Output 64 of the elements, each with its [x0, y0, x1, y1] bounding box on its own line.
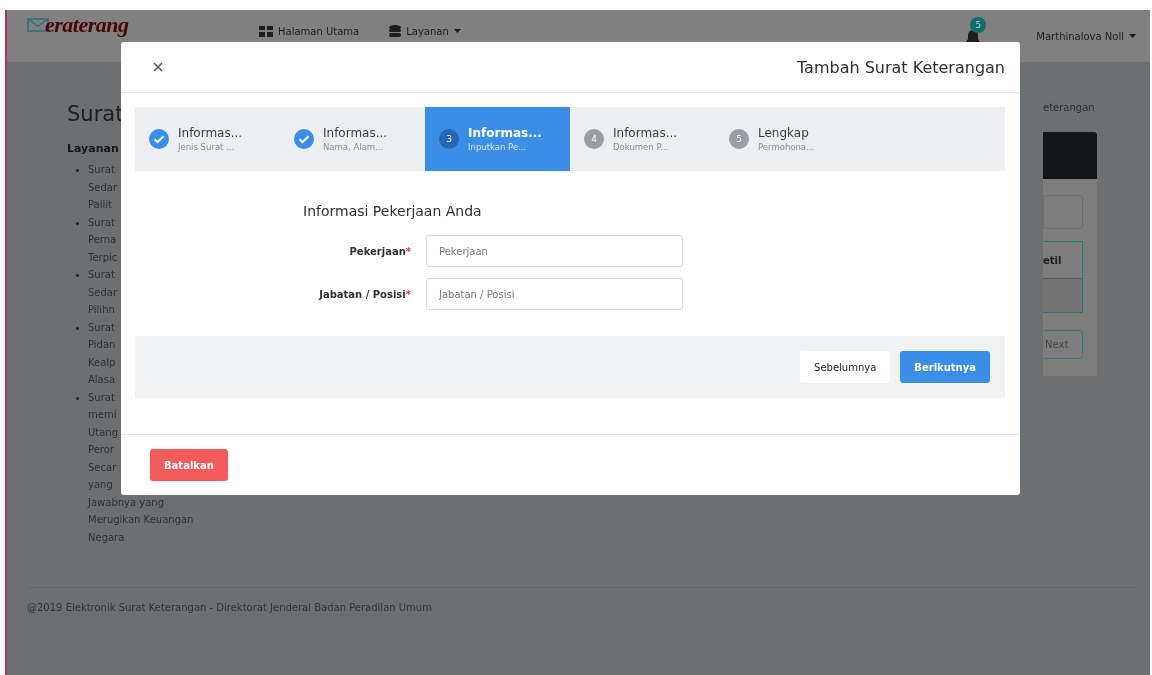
step-tab[interactable]: 5 Lengkap Permohona... — [715, 107, 860, 171]
step-number: 4 — [584, 129, 604, 149]
page-heading: Surat — [67, 102, 124, 128]
step-number: 5 — [729, 129, 749, 149]
field-label: Pekerjaan* — [348, 245, 411, 257]
step-tab[interactable]: 4 Informas... Dokumen P... — [570, 107, 715, 171]
service-link[interactable]: Surat — [88, 213, 118, 231]
step-subtitle: Dokumen P... — [613, 142, 670, 152]
check-circle-icon — [294, 129, 314, 149]
field-label: Jabatan / Posisi* — [317, 288, 411, 300]
user-menu[interactable]: Marthinalova Noll — [1036, 30, 1136, 42]
close-icon — [153, 62, 163, 72]
step-subtitle: Jenis Surat ... — [178, 142, 236, 152]
next-button[interactable]: Next — [1043, 330, 1083, 359]
caret-icon — [1129, 34, 1136, 38]
service-link[interactable]: Perna — [88, 231, 118, 249]
step-tab[interactable]: 3 Informas... Inputkan Pe... — [425, 107, 570, 171]
bullet-icon — [76, 169, 79, 172]
cancel-button[interactable]: Batalkan — [150, 449, 228, 481]
step-subtitle: Inputkan Pe... — [468, 142, 528, 152]
previous-button[interactable]: Sebelumnya — [800, 351, 891, 383]
nav-link[interactable]: Halaman Utama — [259, 25, 360, 37]
sidebar-title: Layanan — [67, 142, 119, 155]
next-button[interactable]: Berikutnya — [900, 351, 990, 383]
service-link[interactable]: Surat — [88, 318, 116, 336]
card-header — [1043, 132, 1097, 179]
step-tab[interactable]: Informas... Jenis Surat ... — [135, 107, 280, 171]
service-link[interactable]: Jawabnya yang — [88, 493, 194, 511]
step-title: Informas... — [468, 126, 542, 140]
database-icon — [389, 25, 402, 37]
step-title: Informas... — [178, 126, 243, 140]
service-link[interactable]: Merugikan Keuangan — [88, 511, 194, 529]
step-title: Informas... — [613, 126, 678, 140]
service-link[interactable]: Pilihn — [88, 301, 118, 319]
service-link[interactable]: Pidan — [88, 336, 116, 354]
step-title: Lengkap — [758, 126, 810, 140]
step-subtitle: Permohona... — [758, 142, 815, 152]
service-link[interactable]: Terpic — [88, 248, 118, 266]
service-link[interactable]: Kealp — [88, 353, 116, 371]
footer-text: @2019 Elektronik Surat Keterangan - Direktorat Jenderal Badan Peradilan Umum — [27, 602, 433, 613]
step-title: Informas... — [323, 126, 388, 140]
service-link[interactable]: Sedar — [88, 283, 118, 301]
service-link[interactable]: Surat — [88, 266, 118, 284]
modal-title: Tambah Surat Keterangan — [796, 57, 1005, 77]
step-number: 3 — [439, 129, 459, 149]
bullet-icon — [76, 221, 79, 225]
service-link[interactable]: Sedar — [88, 178, 118, 196]
service-link[interactable]: Alasa — [88, 371, 116, 389]
step-tab[interactable]: Informas... Nama, Alam... — [280, 107, 425, 171]
service-link[interactable]: Pailit — [88, 196, 118, 214]
bell-icon — [966, 29, 981, 44]
notification-badge: 5 — [970, 16, 987, 33]
service-link[interactable]: Surat — [88, 161, 118, 179]
bullet-icon — [76, 326, 79, 330]
logo[interactable]: eraterang — [45, 13, 129, 37]
bullet-icon — [76, 396, 79, 400]
step-subtitle: Nama, Alam... — [323, 142, 385, 152]
service-link[interactable]: Negara — [88, 528, 194, 546]
check-circle-icon — [149, 129, 169, 149]
bullet-icon — [76, 274, 79, 277]
grid-icon — [259, 25, 273, 37]
form-title: Informasi Pekerjaan Anda — [303, 203, 483, 219]
breadcrumb: eterangan — [1043, 102, 1096, 115]
nav-link[interactable]: Layanan — [389, 25, 461, 37]
